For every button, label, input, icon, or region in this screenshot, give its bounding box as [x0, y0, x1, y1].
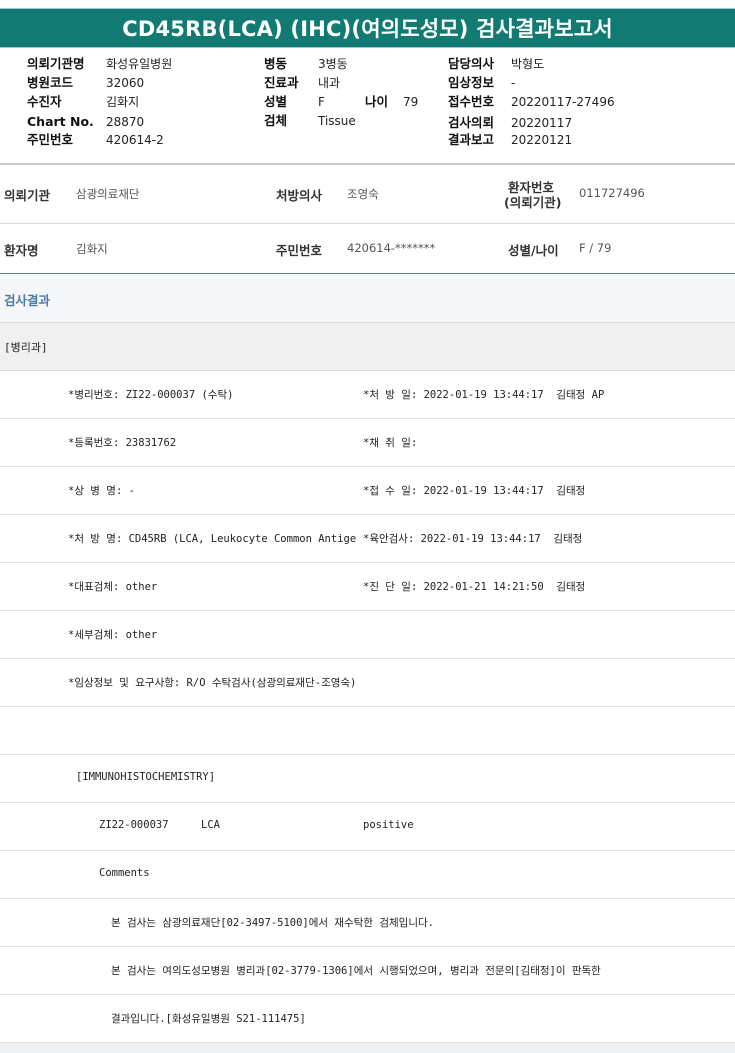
report-body: *병리번호: ZI22-000037 (수탁) *처 방 일: 2022-01-… — [0, 371, 735, 1043]
main-specimen-text: *대표검체: other — [68, 581, 158, 593]
patient-no-value: 011727496 — [579, 186, 645, 200]
chart-no-value: 28870 — [106, 115, 145, 129]
examinee-value: 김화지 — [106, 95, 140, 109]
report-row: *등록번호: 23831762 *채 취 일: — [0, 419, 735, 467]
request-date-value: 20220117 — [511, 116, 573, 130]
patient-row-2: 환자명 김화지 주민번호 420614-******* 성별/나이 F / 79 — [0, 224, 735, 274]
report-row: Comments — [0, 851, 735, 899]
ihc-result: positive — [363, 819, 414, 831]
resident-no-value: 420614-2 — [106, 133, 164, 147]
pathology-no-text: *병리번호: ZI22-000037 (수탁) — [68, 389, 234, 401]
requesting-institution-label: 의뢰기관 — [4, 188, 51, 203]
doctor-value: 박형도 — [511, 57, 545, 71]
chart-no-label: Chart No. — [27, 114, 94, 129]
gross-exam-text: *육안검사: 2022-01-19 13:44:17 김태정 — [363, 533, 583, 545]
institution-name-label: 의뢰기관명 — [27, 56, 85, 71]
sex-age-label: 성별/나이 — [508, 243, 559, 258]
report-row: *임상정보 및 요구사항: R/O 수탁검사(삼광의료재단-조영숙) — [0, 659, 735, 707]
report-row: ZI22-000037 LCA positive — [0, 803, 735, 851]
prescription-date-text: *처 방 일: 2022-01-19 13:44:17 김태정 AP — [363, 389, 605, 401]
clinical-info-value: - — [511, 76, 516, 90]
collection-date-text: *채 취 일: — [363, 437, 418, 449]
report-row: 본 검사는 여의도성모병원 병리과[02-3779-1306]에서 시행되었으며… — [0, 947, 735, 995]
resident-number-label: 주민번호 — [276, 243, 323, 258]
sub-specimen-text: *세부검체: other — [68, 629, 158, 641]
patient-name-label: 환자명 — [4, 243, 39, 258]
bottom-strip — [0, 1043, 735, 1053]
hospital-code-label: 병원코드 — [27, 75, 74, 90]
report-row: *대표검체: other *진 단 일: 2022-01-21 14:21:50… — [0, 563, 735, 611]
comment-line: 본 검사는 삼광의료재단[02-3497-5100]에서 재수탁한 검체입니다. — [111, 917, 434, 929]
patient-no-sublabel: (의뢰기관) — [504, 195, 562, 210]
report-row: 본 검사는 삼광의료재단[02-3497-5100]에서 재수탁한 검체입니다. — [0, 899, 735, 947]
results-section-header: 검사결과 — [0, 275, 735, 323]
diagnosis-name-text: *상 병 명: - — [68, 485, 135, 497]
report-row: *세부검체: other — [0, 611, 735, 659]
prescribing-doctor-value: 조영숙 — [347, 187, 379, 201]
report-row: *처 방 명: CD45RB (LCA, Leukocyte Common An… — [0, 515, 735, 563]
receipt-no-label: 접수번호 — [448, 94, 495, 109]
results-section-title: 검사결과 — [4, 293, 51, 308]
report-date-value: 20220121 — [511, 133, 573, 147]
sex-age-value: F / 79 — [579, 241, 612, 255]
prescribing-doctor-label: 처방의사 — [276, 188, 323, 203]
specimen-value: Tissue — [318, 114, 356, 128]
institution-name-value: 화성유일병원 — [106, 57, 173, 71]
comment-line: 결과입니다.[화성유일병원 S21-111475] — [111, 1013, 306, 1025]
report-date-label: 결과보고 — [448, 132, 495, 147]
patient-name-value: 김화지 — [76, 242, 108, 256]
resident-no-label: 주민번호 — [27, 132, 74, 147]
report-row: *병리번호: ZI22-000037 (수탁) *처 방 일: 2022-01-… — [0, 371, 735, 419]
hospital-code-value: 32060 — [106, 76, 145, 90]
report-row: [IMMUNOHISTOCHEMISTRY] — [0, 755, 735, 803]
report-row: *상 병 명: - *접 수 일: 2022-01-19 13:44:17 김태… — [0, 467, 735, 515]
report-row-blank — [0, 707, 735, 755]
request-date-label: 검사의뢰 — [448, 115, 495, 130]
resident-number-value: 420614-******* — [347, 241, 436, 255]
clinical-info-label: 임상정보 — [448, 75, 495, 90]
ihc-marker: LCA — [201, 819, 220, 831]
ihc-header-text: [IMMUNOHISTOCHEMISTRY] — [76, 771, 216, 783]
report-row: 결과입니다.[화성유일병원 S21-111475] — [0, 995, 735, 1043]
sex-label: 성별 — [264, 94, 288, 109]
registration-no-text: *등록번호: 23831762 — [68, 437, 177, 449]
ward-value: 3병동 — [318, 57, 348, 71]
department-label: 진료과 — [264, 75, 299, 90]
patient-info-table: 의뢰기관 삼광의료재단 처방의사 조영숙 환자번호 (의뢰기관) 0117274… — [0, 170, 735, 274]
age-label: 나이 — [365, 94, 389, 109]
department-value: 내과 — [318, 76, 341, 90]
header-divider — [0, 163, 735, 165]
department-label-text: [병리과] — [4, 341, 48, 354]
examinee-label: 수진자 — [27, 94, 62, 109]
header-info: 의뢰기관명 화성유일병원 병원코드 32060 수진자 김화지 Chart No… — [0, 52, 735, 162]
comments-label: Comments — [99, 867, 150, 879]
prescription-name-text: *처 방 명: CD45RB (LCA, Leukocyte Common An… — [68, 533, 357, 545]
department-row: [병리과] — [0, 323, 735, 371]
requesting-institution-value: 삼광의료재단 — [76, 187, 140, 201]
report-title: CD45RB(LCA) (IHC)(여의도성모) 검사결과보고서 — [0, 8, 735, 48]
doctor-label: 담당의사 — [448, 56, 495, 71]
clinical-request-text: *임상정보 및 요구사항: R/O 수탁검사(삼광의료재단-조영숙) — [68, 677, 357, 689]
receipt-no-value: 20220117-27496 — [511, 95, 615, 109]
diagnosis-date-text: *진 단 일: 2022-01-21 14:21:50 김태정 — [363, 581, 586, 593]
receipt-date-text: *접 수 일: 2022-01-19 13:44:17 김태정 — [363, 485, 586, 497]
specimen-label: 검체 — [264, 113, 288, 128]
comment-line: 본 검사는 여의도성모병원 병리과[02-3779-1306]에서 시행되었으며… — [111, 965, 601, 977]
sex-value: F — [318, 95, 325, 109]
age-value: 79 — [403, 95, 419, 109]
patient-row-1: 의뢰기관 삼광의료재단 처방의사 조영숙 환자번호 (의뢰기관) 0117274… — [0, 170, 735, 224]
ward-label: 병동 — [264, 56, 288, 71]
ihc-pathology-no: ZI22-000037 — [99, 819, 169, 831]
